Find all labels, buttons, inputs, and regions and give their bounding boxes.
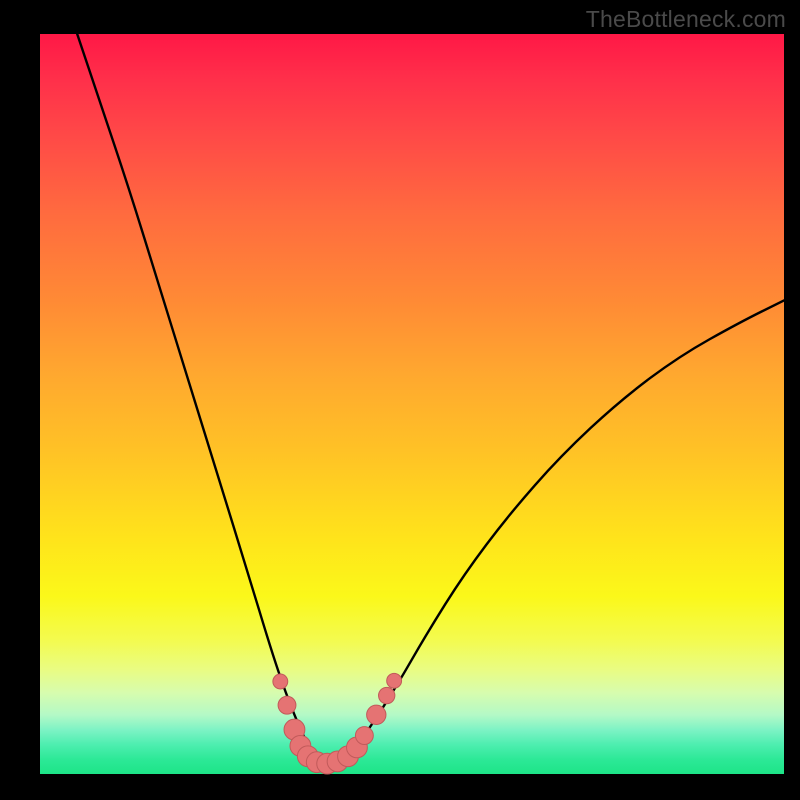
curve-marker <box>278 696 296 714</box>
curve-marker <box>387 673 402 688</box>
curve-marker <box>367 705 386 724</box>
chart-plot-area <box>40 34 784 774</box>
watermark-text: TheBottleneck.com <box>586 6 786 33</box>
bottleneck-curve-svg <box>40 34 784 774</box>
marker-group <box>273 673 402 774</box>
bottleneck-curve-path <box>77 34 784 763</box>
curve-marker <box>355 727 373 745</box>
curve-marker <box>273 674 288 689</box>
curve-marker <box>379 687 395 703</box>
